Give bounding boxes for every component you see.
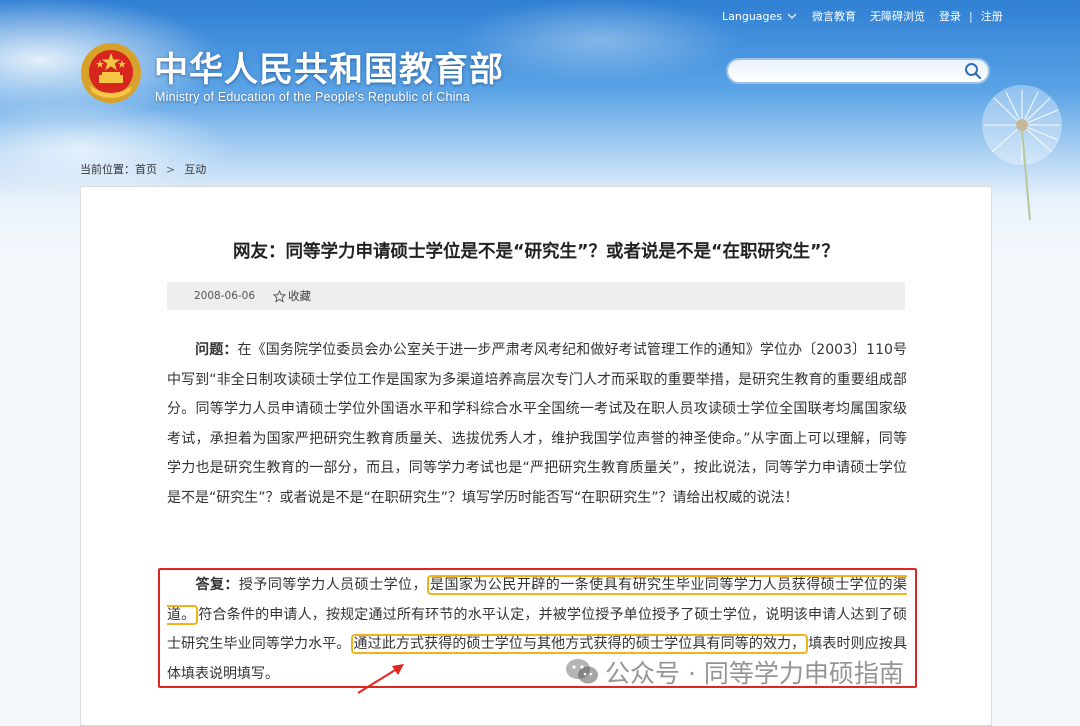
- breadcrumb-current[interactable]: 互动: [184, 161, 206, 177]
- question-paragraph: 问题：在《国务院学位委员会办公室关于进一步严肃考风考纪和做好考试管理工作的通知》…: [167, 336, 907, 513]
- answer-highlight-2: 通过此方式获得的硕士学位与其他方式获得的硕士学位具有同等的效力，: [350, 634, 809, 654]
- question-label: 问题：: [195, 342, 238, 358]
- register-link[interactable]: 注册: [981, 8, 1003, 24]
- answer-label: 答复：: [195, 577, 239, 593]
- search-box: [726, 58, 990, 84]
- wechat-icon: [566, 659, 598, 684]
- top-separator: |: [969, 9, 973, 23]
- favorite-button[interactable]: 收藏: [273, 288, 311, 304]
- login-link[interactable]: 登录: [939, 8, 961, 24]
- article-date: 2008-06-06: [194, 290, 256, 302]
- watermark: 公众号 · 同等学力申硕指南: [565, 654, 904, 690]
- annotation-arrow-icon: [357, 664, 404, 694]
- breadcrumb-separator: >: [166, 162, 176, 176]
- languages-menu[interactable]: Languages: [722, 10, 798, 23]
- breadcrumb: 当前位置： 首页 > 互动: [80, 161, 206, 177]
- star-icon: [273, 289, 287, 303]
- breadcrumb-home[interactable]: 首页: [135, 161, 157, 177]
- chevron-down-icon: [787, 13, 797, 19]
- article-title: 网友：同等学力申请硕士学位是不是“研究生”？或者说是不是“在职研究生”？: [232, 242, 839, 262]
- answer-part-1: 授予同等学力人员硕士学位，: [238, 577, 427, 593]
- accessibility-link[interactable]: 无障碍浏览: [870, 8, 925, 24]
- national-emblem-icon: [81, 43, 141, 103]
- site-subtitle: Ministry of Education of the People's Re…: [155, 90, 470, 104]
- languages-label: Languages: [722, 9, 783, 23]
- favorite-label: 收藏: [288, 289, 312, 303]
- breadcrumb-prefix: 当前位置：: [80, 163, 135, 176]
- weiyan-link[interactable]: 微言教育: [812, 8, 856, 24]
- search-icon[interactable]: [964, 62, 982, 80]
- search-input[interactable]: [738, 63, 962, 81]
- question-text: 在《国务院学位委员会办公室关于进一步严肃考风考纪和做好考试管理工作的通知》学位办…: [167, 342, 908, 506]
- watermark-text: 公众号 · 同等学力申硕指南: [605, 659, 904, 688]
- site-title[interactable]: 中华人民共和国教育部: [154, 42, 504, 91]
- top-links: Languages 微言教育 无障碍浏览 登录 | 注册: [722, 8, 1003, 24]
- article-meta-bar: 2008-06-06 收藏: [167, 282, 905, 310]
